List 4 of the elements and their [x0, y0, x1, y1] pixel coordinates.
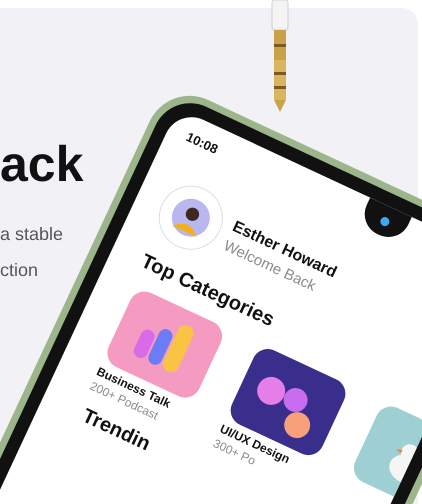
- hero-text: ction: [0, 259, 38, 282]
- status-time: 10:08: [184, 129, 220, 157]
- hero-title: ack: [0, 136, 84, 192]
- hero-text: a stable: [0, 223, 64, 246]
